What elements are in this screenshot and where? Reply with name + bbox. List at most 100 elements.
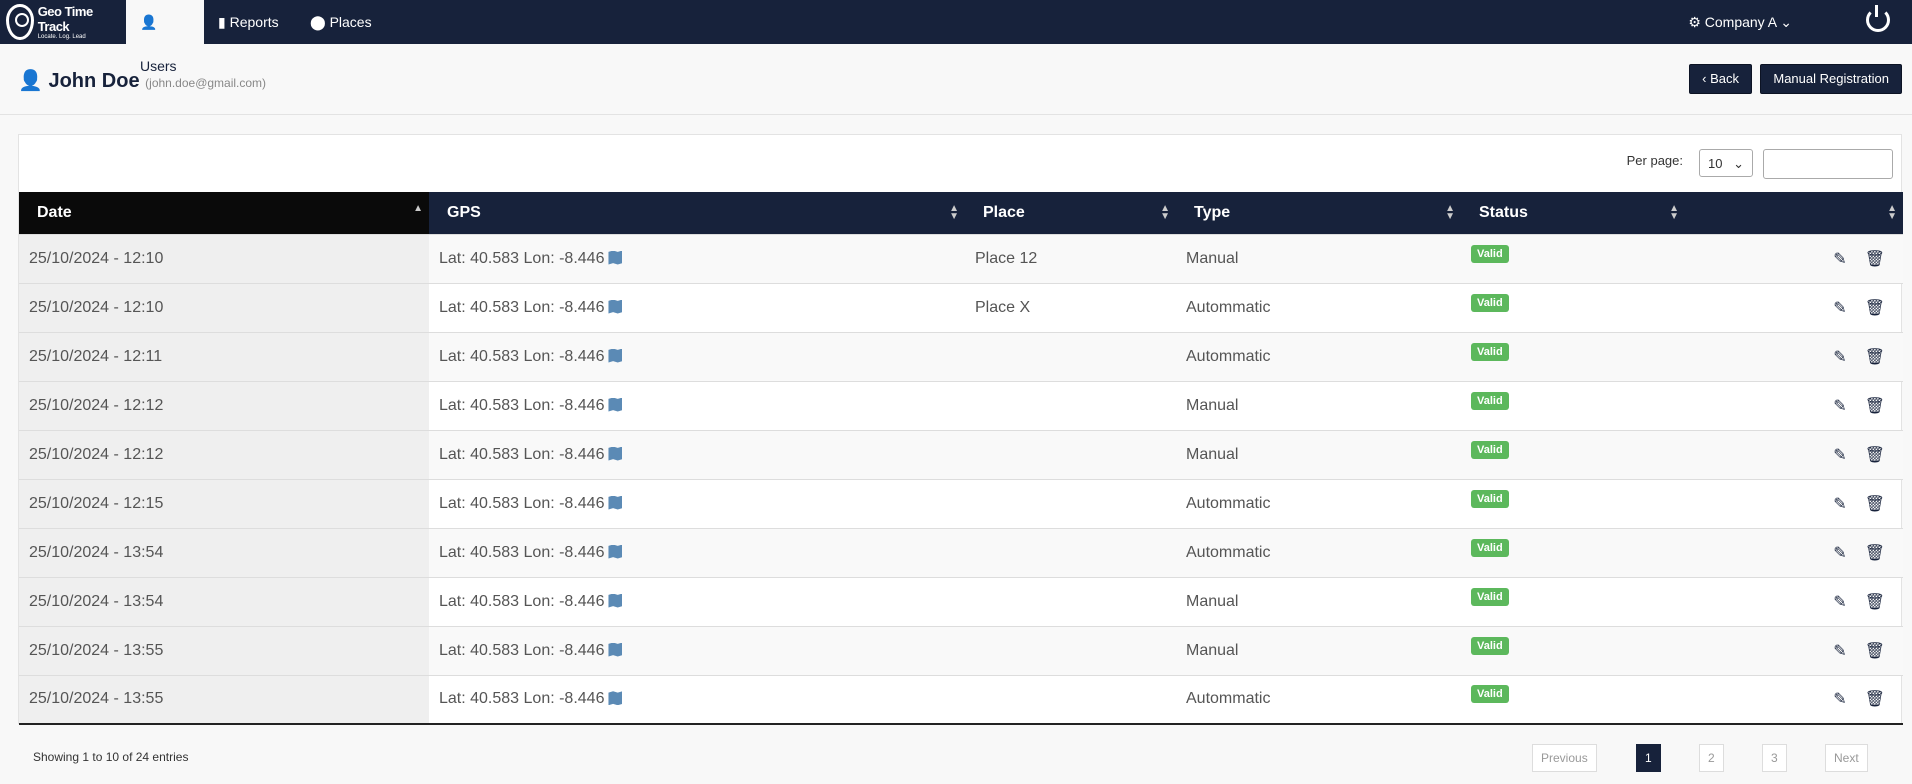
trash-icon[interactable]: 🗑 — [1865, 447, 1885, 464]
pagination-page-1[interactable]: 1 — [1636, 744, 1661, 772]
sort-icon: ▲ ▼ — [1887, 203, 1897, 222]
column-header[interactable]: Type ▲ ▼ — [1176, 192, 1461, 234]
status-cell: Valid — [1461, 478, 1685, 528]
actions-cell: ✎ 🗑 — [1685, 233, 1903, 283]
map-icon[interactable] — [608, 544, 623, 559]
pagination-next[interactable]: Next — [1825, 744, 1868, 772]
status-badge: Valid — [1471, 391, 1509, 410]
sort-icon: ▲ ▼ — [1160, 203, 1170, 222]
logo-title: Geo Time Track — [37, 4, 94, 34]
gps-text: Lat: 40.583 Lon: -8.446 — [439, 396, 605, 414]
gps-cell: Lat: 40.583 Lon: -8.446 — [429, 527, 965, 577]
map-icon[interactable] — [608, 593, 623, 608]
trash-icon[interactable]: 🗑 — [1865, 691, 1885, 708]
map-icon[interactable] — [608, 642, 623, 657]
actions-cell: ✎ 🗑 — [1685, 478, 1903, 528]
search-input[interactable] — [1763, 149, 1893, 179]
map-icon[interactable] — [608, 446, 623, 461]
table-row: 25/10/2024 - 13:55 Lat: 40.583 Lon: -8.4… — [19, 674, 1903, 725]
column-header[interactable]: Date ▲ — [19, 192, 429, 234]
per-page-select[interactable]: 10 ⌄ — [1699, 149, 1753, 177]
edit-icon[interactable]: ✎ — [1833, 643, 1846, 660]
map-icon[interactable] — [608, 397, 623, 412]
column-header[interactable]: ▲ ▼ — [1685, 192, 1903, 234]
map-icon[interactable] — [608, 495, 623, 510]
edit-icon[interactable]: ✎ — [1833, 545, 1846, 562]
type-cell: Manual — [1176, 380, 1461, 430]
trash-icon[interactable]: 🗑 — [1865, 251, 1885, 268]
date-cell: 25/10/2024 - 12:11 — [19, 331, 429, 381]
type-cell: Autommatic — [1176, 478, 1461, 528]
pagination-page-2[interactable]: 2 — [1699, 744, 1724, 772]
gps-cell: Lat: 40.583 Lon: -8.446 — [429, 674, 965, 725]
table-row: 25/10/2024 - 12:10 Lat: 40.583 Lon: -8.4… — [19, 282, 1903, 332]
user-icon: 👤 — [140, 14, 158, 30]
trash-icon[interactable]: 🗑 — [1865, 594, 1885, 611]
status-cell: Valid — [1461, 674, 1685, 725]
per-page-label: Per page: — [1626, 153, 1683, 168]
trash-icon[interactable]: 🗑 — [1865, 496, 1885, 513]
records-table: Date ▲ GPS ▲ ▼ Place ▲ ▼ Type ▲ ▼ Status ▲ ▼ ▲ ▼ 25/10/… — [19, 192, 1903, 725]
column-header[interactable]: GPS ▲ ▼ — [429, 192, 965, 234]
edit-icon[interactable]: ✎ — [1833, 496, 1846, 513]
edit-icon[interactable]: ✎ — [1833, 300, 1846, 317]
nav-users[interactable]: 👤 Users — [126, 0, 204, 74]
page-header: 👤 John Doe (john.doe@gmail.com) ‹ Back M… — [0, 44, 1912, 115]
edit-icon[interactable]: ✎ — [1833, 349, 1846, 366]
back-button[interactable]: ‹ Back — [1689, 64, 1752, 94]
status-badge: Valid — [1471, 636, 1509, 655]
place-cell — [965, 625, 1176, 675]
logo[interactable]: Geo Time Track Locate. Log. Lead — [6, 2, 126, 42]
map-icon[interactable] — [608, 348, 623, 363]
column-header-label: Date — [37, 203, 72, 221]
trash-icon[interactable]: 🗑 — [1865, 349, 1885, 366]
nav-reports[interactable]: ▮ Reports — [204, 0, 293, 44]
sort-icon: ▲ ▼ — [1669, 203, 1679, 222]
company-dropdown[interactable]: ⚙ Company A ⌄ — [1688, 0, 1792, 44]
trash-icon[interactable]: 🗑 — [1865, 398, 1885, 415]
pagination-previous[interactable]: Previous — [1532, 744, 1597, 772]
date-cell: 25/10/2024 - 12:15 — [19, 478, 429, 528]
gear-icon: ⚙ — [1688, 14, 1701, 30]
map-icon[interactable] — [608, 250, 623, 265]
edit-icon[interactable]: ✎ — [1833, 594, 1846, 611]
column-header-label: Type — [1194, 203, 1231, 221]
actions-cell: ✎ 🗑 — [1685, 625, 1903, 675]
gps-cell: Lat: 40.583 Lon: -8.446 — [429, 233, 965, 283]
place-cell: Place X — [965, 282, 1176, 332]
table-row: 25/10/2024 - 12:12 Lat: 40.583 Lon: -8.4… — [19, 380, 1903, 430]
map-icon[interactable] — [608, 691, 623, 706]
place-cell — [965, 576, 1176, 626]
pagination-page-3[interactable]: 3 — [1762, 744, 1787, 772]
status-cell: Valid — [1461, 282, 1685, 332]
date-cell: 25/10/2024 - 12:12 — [19, 429, 429, 479]
nav-reports-label: Reports — [229, 14, 279, 30]
column-header[interactable]: Status ▲ ▼ — [1461, 192, 1685, 234]
status-badge: Valid — [1471, 293, 1509, 312]
gps-cell: Lat: 40.583 Lon: -8.446 — [429, 331, 965, 381]
trash-icon[interactable]: 🗑 — [1865, 643, 1885, 660]
trash-icon[interactable]: 🗑 — [1865, 545, 1885, 562]
table-row: 25/10/2024 - 13:54 Lat: 40.583 Lon: -8.4… — [19, 527, 1903, 577]
type-cell: Manual — [1176, 625, 1461, 675]
date-cell: 25/10/2024 - 13:54 — [19, 576, 429, 626]
gps-cell: Lat: 40.583 Lon: -8.446 — [429, 380, 965, 430]
edit-icon[interactable]: ✎ — [1833, 398, 1846, 415]
gps-text: Lat: 40.583 Lon: -8.446 — [439, 249, 605, 267]
edit-icon[interactable]: ✎ — [1833, 251, 1846, 268]
trash-icon[interactable]: 🗑 — [1865, 300, 1885, 317]
type-cell: Autommatic — [1176, 674, 1461, 725]
type-cell: Manual — [1176, 576, 1461, 626]
table-row: 25/10/2024 - 13:54 Lat: 40.583 Lon: -8.4… — [19, 576, 1903, 626]
date-cell: 25/10/2024 - 13:55 — [19, 625, 429, 675]
nav-places[interactable]: ⬤ Places — [296, 0, 386, 44]
column-header[interactable]: Place ▲ ▼ — [965, 192, 1176, 234]
edit-icon[interactable]: ✎ — [1833, 447, 1846, 464]
power-icon[interactable] — [1866, 5, 1890, 32]
logo-tagline: Locate. Log. Lead — [37, 34, 86, 40]
user-icon: 👤 — [18, 70, 43, 92]
edit-icon[interactable]: ✎ — [1833, 691, 1846, 708]
status-badge: Valid — [1471, 587, 1509, 606]
map-icon[interactable] — [608, 299, 623, 314]
manual-registration-button[interactable]: Manual Registration — [1760, 64, 1902, 94]
